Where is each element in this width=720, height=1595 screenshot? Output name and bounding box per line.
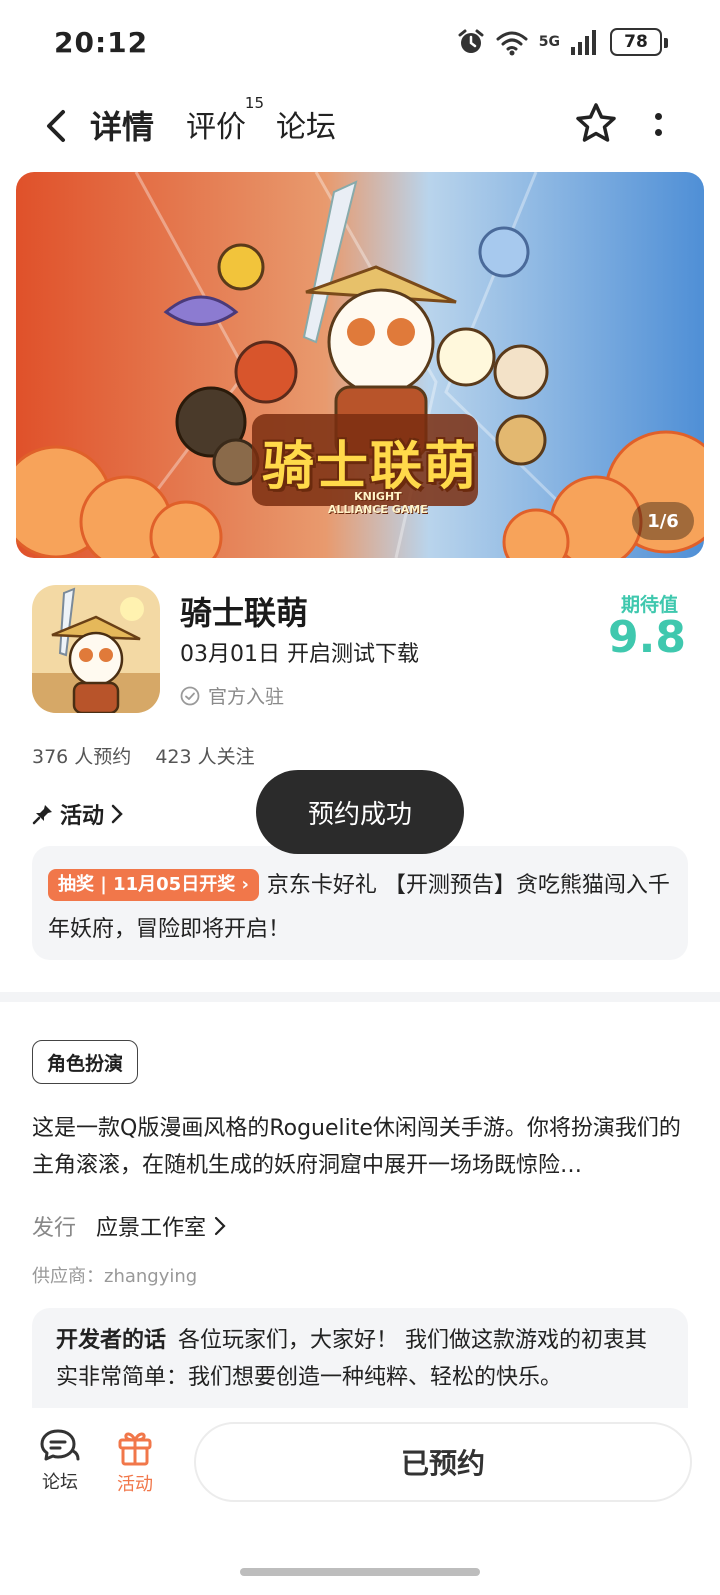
game-name: 骑士联萌 (180, 594, 309, 632)
official-label: 官方入驻 (208, 686, 285, 708)
check-circle-icon (180, 686, 200, 705)
bottom-tab-activity-label: 活动 (117, 1474, 153, 1495)
forum-icon (40, 1429, 80, 1461)
battery-icon: 78 (610, 28, 668, 56)
bottom-tab-activity[interactable]: 活动 (105, 1428, 165, 1496)
tab-reviews[interactable]: 评价 15 (186, 94, 264, 146)
chevron-right-icon (111, 804, 123, 824)
star-icon (576, 103, 616, 142)
status-icons: 5G 78 (457, 28, 668, 56)
follow-count: 423 人关注 (155, 746, 255, 768)
review-count-badge: 15 (244, 94, 264, 112)
developer-note-label: 开发者的话 (56, 1328, 167, 1353)
game-icon (32, 585, 160, 713)
publisher-label: 发行 (32, 1216, 77, 1241)
reservation-count: 376 人预约 (32, 746, 132, 768)
activity-heading: 活动 (60, 804, 105, 829)
tab-reviews-label: 评价 (186, 110, 246, 145)
status-time: 20:12 (54, 26, 149, 59)
gift-icon (118, 1432, 152, 1466)
release-info: 03月01日 开启测试下载 (180, 642, 419, 667)
wifi-icon (496, 31, 528, 56)
activity-card[interactable]: 抽奖 | 11月05日开奖 › 京东卡好礼 【开测预告】贪吃熊猫闯入千年妖府，冒险… (32, 846, 688, 960)
banner-game-title: 骑士联萌 (262, 437, 479, 497)
game-stats: 376 人预约 423 人关注 (32, 742, 255, 769)
network-label: 5G (538, 34, 560, 50)
home-indicator[interactable] (240, 1568, 480, 1576)
supplier-info: 供应商：zhangying (32, 1266, 198, 1287)
genre-tag[interactable]: 角色扮演 (32, 1040, 139, 1084)
tab-details-label: 详情 (90, 108, 155, 146)
banner-carousel[interactable]: 骑士联萌 KNIGHT ALLIANCE GAME 1/6 (16, 172, 704, 558)
more-dot (654, 112, 662, 120)
tab-details[interactable]: 详情 (86, 102, 159, 150)
back-button[interactable] (36, 104, 76, 148)
chevron-left-icon (47, 110, 65, 142)
developer-note-card[interactable]: 开发者的话 各位玩家们，大家好！ 我们做这款游戏的初衷其实非常简单：我们想要创造一… (32, 1308, 688, 1408)
expectation-score: 9.8 (608, 612, 686, 663)
publisher-link[interactable]: 应景工作室 (96, 1210, 226, 1242)
pin-icon (32, 805, 52, 825)
more-dot (654, 128, 662, 136)
publisher-name: 应景工作室 (96, 1216, 207, 1241)
official-badge: 官方入驻 (180, 682, 284, 709)
activity-section-header[interactable]: 活动 (32, 798, 124, 830)
more-options-button[interactable] (646, 104, 670, 144)
signal-icon (571, 30, 596, 55)
banner-page-counter: 1/6 (632, 502, 694, 540)
reserved-button[interactable]: 已预约 (194, 1422, 692, 1502)
banner-subtitle: KNIGHT ALLIANCE GAME (328, 490, 428, 516)
top-nav: 详情 评价 15 论坛 (0, 92, 720, 162)
banner-subtitle-line: KNIGHT (354, 490, 402, 503)
favorite-button[interactable] (572, 100, 620, 148)
alarm-icon (458, 29, 484, 53)
chevron-right-icon (214, 1216, 226, 1236)
lottery-tag: 抽奖 | 11月05日开奖 › (48, 869, 259, 901)
bottom-tab-forum-label: 论坛 (42, 1472, 78, 1493)
bottom-action-bar: 论坛 活动 已预约 (0, 1408, 720, 1518)
tab-forum-label: 论坛 (276, 110, 336, 145)
game-description[interactable]: 这是一款Q版漫画风格的Roguelite休闲闯关手游。你将扮演我们的主角滚滚，在… (32, 1110, 692, 1184)
tab-forum[interactable]: 论坛 (276, 102, 336, 146)
toast-message: 预约成功 (256, 770, 464, 854)
section-divider (0, 992, 720, 1002)
status-bar: 20:12 5G 78 (0, 0, 720, 90)
publisher-row[interactable]: 发行 应景工作室 (32, 1210, 226, 1242)
banner-subtitle-line: ALLIANCE GAME (328, 503, 428, 516)
bottom-tab-forum[interactable]: 论坛 (30, 1428, 90, 1494)
